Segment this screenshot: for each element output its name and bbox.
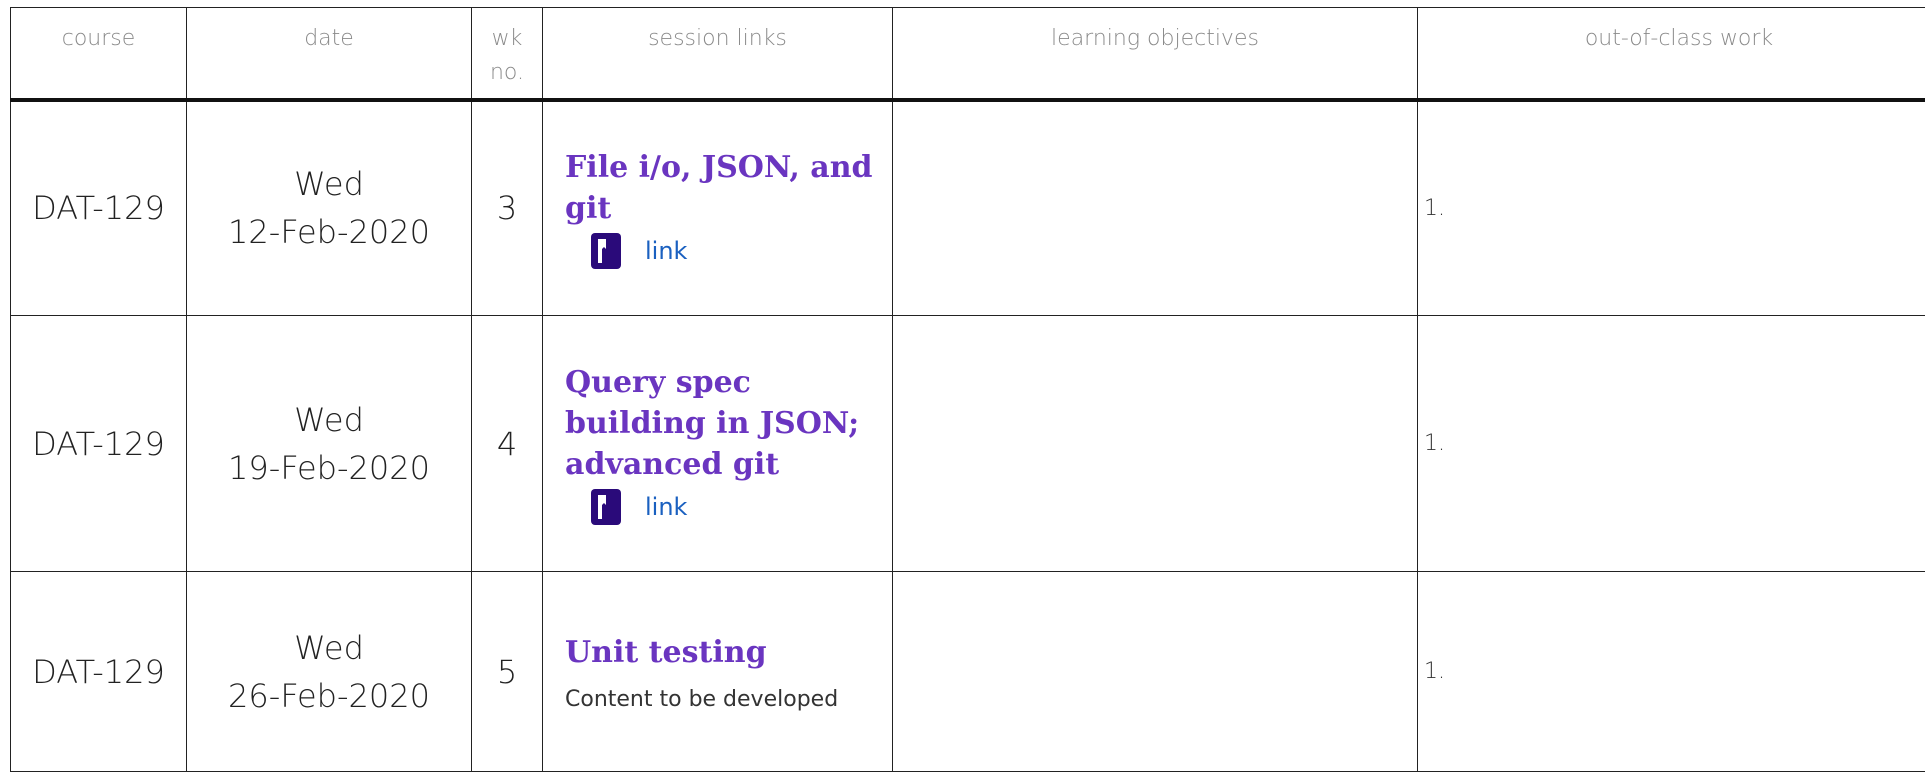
out-of-class-work-cell: 1. — [1418, 572, 1925, 772]
date-cell: Wed 26-Feb-2020 — [187, 572, 472, 772]
header-course: course — [11, 8, 187, 100]
session-link-text[interactable]: link — [645, 237, 687, 265]
course-cell: DAT-129 — [11, 100, 187, 316]
week-number-cell: 3 — [472, 100, 543, 316]
header-out-of-class-work: out-of-class work — [1418, 8, 1925, 100]
out-of-class-work-cell: 1. — [1418, 100, 1925, 316]
table-row: DAT-129 Wed 12-Feb-2020 3 File i/o, JSON… — [11, 100, 1925, 316]
date-value: 19-Feb-2020 — [187, 444, 471, 492]
session-links-cell: Query spec building in JSON; advanced gi… — [543, 316, 893, 572]
schedule-table: course date wkno. session links learning… — [10, 7, 1925, 772]
course-cell: DAT-129 — [11, 316, 187, 572]
table-row: DAT-129 Wed 19-Feb-2020 4 Query spec bui… — [11, 316, 1925, 572]
session-links-cell: File i/o, JSON, and git link — [543, 100, 893, 316]
week-number-cell: 5 — [472, 572, 543, 772]
week-number-cell: 4 — [472, 316, 543, 572]
header-learning-objectives: learning objectives — [893, 8, 1418, 100]
header-week-number: wkno. — [472, 8, 543, 100]
session-note: Content to be developed — [565, 687, 880, 712]
session-link: link — [591, 489, 880, 525]
session-title: Unit testing — [565, 632, 880, 673]
book-icon — [591, 233, 621, 269]
out-of-class-work-cell: 1. — [1418, 316, 1925, 572]
session-link: link — [591, 233, 880, 269]
table-row: DAT-129 Wed 26-Feb-2020 5 Unit testing C… — [11, 572, 1925, 772]
session-title: File i/o, JSON, and git — [565, 147, 880, 229]
session-links-cell: Unit testing Content to be developed — [543, 572, 893, 772]
date-day: Wed — [187, 160, 471, 208]
book-icon — [591, 489, 621, 525]
date-cell: Wed 12-Feb-2020 — [187, 100, 472, 316]
date-day: Wed — [187, 396, 471, 444]
session-link-text[interactable]: link — [645, 493, 687, 521]
header-row: course date wkno. session links learning… — [11, 8, 1925, 100]
date-value: 12-Feb-2020 — [187, 208, 471, 256]
learning-objectives-cell — [893, 100, 1418, 316]
learning-objectives-cell — [893, 316, 1418, 572]
session-title: Query spec building in JSON; advanced gi… — [565, 362, 880, 485]
date-day: Wed — [187, 624, 471, 672]
date-value: 26-Feb-2020 — [187, 672, 471, 720]
date-cell: Wed 19-Feb-2020 — [187, 316, 472, 572]
header-date: date — [187, 8, 472, 100]
learning-objectives-cell — [893, 572, 1418, 772]
course-cell: DAT-129 — [11, 572, 187, 772]
header-session-links: session links — [543, 8, 893, 100]
